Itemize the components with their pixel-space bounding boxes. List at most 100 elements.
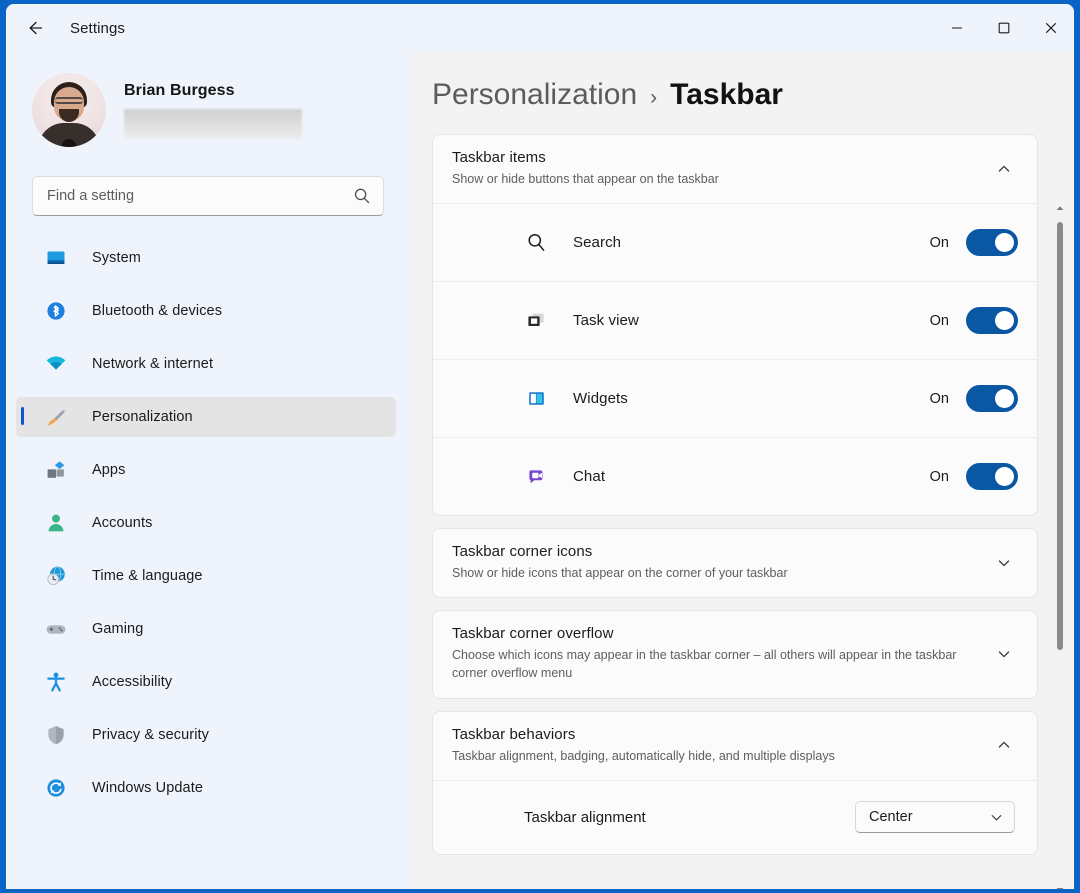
toggle-state-label: On bbox=[930, 235, 949, 251]
sidebar-item-bluetooth-devices[interactable]: Bluetooth & devices bbox=[16, 291, 396, 331]
card-title: Taskbar items bbox=[452, 149, 989, 166]
search-input[interactable] bbox=[47, 188, 353, 204]
toggle-widgets[interactable] bbox=[966, 385, 1018, 412]
sidebar-item-label: Network & internet bbox=[92, 356, 213, 372]
setting-row-label: Task view bbox=[573, 312, 930, 329]
sidebar-item-gaming[interactable]: Gaming bbox=[16, 609, 396, 649]
setting-row-taskbar-alignment: Taskbar alignment Center bbox=[433, 780, 1037, 854]
sidebar-item-label: Windows Update bbox=[92, 780, 203, 796]
chat-icon bbox=[524, 466, 548, 487]
chevron-up-icon[interactable] bbox=[989, 738, 1019, 752]
update-icon bbox=[44, 776, 68, 800]
setting-row-label: Taskbar alignment bbox=[524, 809, 855, 826]
account-block[interactable]: Brian Burgess bbox=[32, 72, 410, 148]
accessibility-icon bbox=[44, 670, 68, 694]
dropdown-value: Center bbox=[869, 809, 913, 825]
setting-row-widgets[interactable]: Widgets On bbox=[433, 359, 1037, 437]
scroll-down-arrow[interactable] bbox=[1054, 882, 1066, 889]
minimize-button[interactable] bbox=[933, 4, 980, 52]
card-taskbar-corner-overflow: Taskbar corner overflow Choose which ico… bbox=[432, 610, 1038, 698]
account-name: Brian Burgess bbox=[124, 82, 302, 100]
scrollbar-thumb[interactable] bbox=[1057, 222, 1063, 650]
back-arrow-icon bbox=[25, 18, 45, 38]
settings-window: Settings bbox=[5, 3, 1075, 890]
back-button[interactable] bbox=[18, 11, 52, 45]
sidebar-item-label: Time & language bbox=[92, 568, 203, 584]
sidebar-item-time-language[interactable]: Time & language bbox=[16, 556, 396, 596]
search-glass-icon bbox=[524, 232, 548, 253]
setting-row-label: Search bbox=[573, 234, 930, 251]
chevron-down-icon[interactable] bbox=[989, 647, 1019, 661]
taskbar-alignment-dropdown[interactable]: Center bbox=[855, 801, 1015, 833]
paintbrush-icon bbox=[44, 405, 68, 429]
toggle-chat[interactable] bbox=[966, 463, 1018, 490]
maximize-icon bbox=[998, 22, 1010, 34]
setting-row-label: Widgets bbox=[573, 390, 930, 407]
card-title: Taskbar behaviors bbox=[452, 726, 989, 743]
sidebar-item-label: Accounts bbox=[92, 515, 152, 531]
minimize-icon bbox=[951, 22, 963, 34]
card-header[interactable]: Taskbar items Show or hide buttons that … bbox=[433, 135, 1037, 203]
toggle-task-view[interactable] bbox=[966, 307, 1018, 334]
window-caption-buttons bbox=[933, 4, 1074, 52]
breadcrumb-parent[interactable]: Personalization bbox=[432, 78, 637, 112]
card-header[interactable]: Taskbar corner overflow Choose which ico… bbox=[433, 611, 1037, 697]
breadcrumb-separator: › bbox=[650, 86, 657, 110]
toggle-state-label: On bbox=[930, 469, 949, 485]
card-title: Taskbar corner overflow bbox=[452, 625, 989, 642]
wifi-icon bbox=[44, 352, 68, 376]
close-icon bbox=[1045, 22, 1057, 34]
clock-globe-icon bbox=[44, 564, 68, 588]
card-taskbar-items: Taskbar items Show or hide buttons that … bbox=[432, 134, 1038, 516]
sidebar-item-privacy-security[interactable]: Privacy & security bbox=[16, 715, 396, 755]
sidebar-item-label: Privacy & security bbox=[92, 727, 209, 743]
close-button[interactable] bbox=[1027, 4, 1074, 52]
gamepad-icon bbox=[44, 617, 68, 641]
card-header[interactable]: Taskbar behaviors Taskbar alignment, bad… bbox=[433, 712, 1037, 780]
vertical-scrollbar[interactable] bbox=[1053, 200, 1067, 889]
settings-scroll-area: Taskbar items Show or hide buttons that … bbox=[410, 112, 1074, 889]
chevron-down-icon[interactable] bbox=[989, 556, 1019, 570]
sidebar-item-label: Accessibility bbox=[92, 674, 172, 690]
maximize-button[interactable] bbox=[980, 4, 1027, 52]
card-subtitle: Choose which icons may appear in the tas… bbox=[452, 646, 957, 682]
card-title: Taskbar corner icons bbox=[452, 543, 989, 560]
window-body: Brian Burgess bbox=[6, 52, 1074, 889]
sidebar-nav: System Bluetooth & devices bbox=[6, 238, 410, 821]
card-taskbar-behaviors: Taskbar behaviors Taskbar alignment, bad… bbox=[432, 711, 1038, 855]
scrollbar-track[interactable] bbox=[1053, 218, 1067, 882]
setting-row-task-view[interactable]: Task view On bbox=[433, 281, 1037, 359]
sidebar-item-accounts[interactable]: Accounts bbox=[16, 503, 396, 543]
task-view-icon bbox=[524, 310, 548, 331]
chevron-down-icon bbox=[990, 811, 1003, 824]
toggle-search[interactable] bbox=[966, 229, 1018, 256]
setting-row-chat[interactable]: Chat On bbox=[433, 437, 1037, 515]
sidebar-item-system[interactable]: System bbox=[16, 238, 396, 278]
page-title: Taskbar bbox=[670, 78, 783, 112]
monitor-icon bbox=[44, 246, 68, 270]
toggle-state-label: On bbox=[930, 391, 949, 407]
sidebar-item-windows-update[interactable]: Windows Update bbox=[16, 768, 396, 808]
sidebar-item-network-internet[interactable]: Network & internet bbox=[16, 344, 396, 384]
search-box[interactable] bbox=[32, 176, 384, 216]
card-subtitle: Show or hide icons that appear on the co… bbox=[452, 564, 989, 582]
sidebar-item-apps[interactable]: Apps bbox=[16, 450, 396, 490]
account-email-redacted bbox=[124, 109, 302, 139]
sidebar-item-accessibility[interactable]: Accessibility bbox=[16, 662, 396, 702]
sidebar-item-label: Apps bbox=[92, 462, 125, 478]
chevron-up-icon[interactable] bbox=[989, 162, 1019, 176]
card-header[interactable]: Taskbar corner icons Show or hide icons … bbox=[433, 529, 1037, 597]
scroll-up-arrow[interactable] bbox=[1054, 200, 1066, 218]
sidebar-item-label: Personalization bbox=[92, 409, 193, 425]
window-title: Settings bbox=[70, 20, 125, 37]
sidebar-item-label: Bluetooth & devices bbox=[92, 303, 222, 319]
toggle-state-label: On bbox=[930, 313, 949, 329]
sidebar-item-personalization[interactable]: Personalization bbox=[16, 397, 396, 437]
breadcrumb: Personalization › Taskbar bbox=[432, 78, 1074, 112]
sidebar: Brian Burgess bbox=[6, 52, 410, 889]
apps-icon bbox=[44, 458, 68, 482]
card-subtitle: Taskbar alignment, badging, automaticall… bbox=[452, 747, 989, 765]
setting-row-search[interactable]: Search On bbox=[433, 203, 1037, 281]
widgets-icon bbox=[524, 388, 548, 409]
search-icon bbox=[353, 187, 371, 205]
